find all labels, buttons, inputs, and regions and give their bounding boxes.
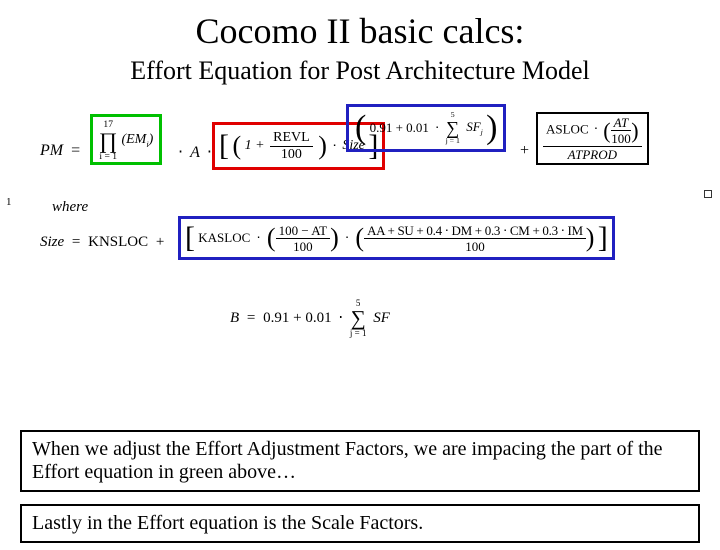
frac2-den: 100 xyxy=(364,239,586,253)
frac2-num: AA + SU + 0.4 ⋅ DM + 0.3 ⋅ CM + 0.3 ⋅ IM xyxy=(364,224,586,239)
b-eq-sign: = xyxy=(243,310,259,326)
asloc: ASLOC xyxy=(546,121,589,136)
exp-sf: SF xyxy=(466,119,480,134)
b-const: 0.91 + 0.01 xyxy=(263,310,331,326)
revl-den: 100 xyxy=(270,147,313,162)
black-asloc-box: ASLOC ⋅ ( AT 100 ) ATPROD xyxy=(536,112,649,165)
slide-subtitle: Effort Equation for Post Architecture Mo… xyxy=(0,56,720,86)
b-sum-op: ∑ xyxy=(350,308,367,329)
b-lhs: B xyxy=(230,310,239,326)
at-num: AT xyxy=(611,116,632,131)
prod-lower: i = 1 xyxy=(99,152,117,162)
dot1: ⋅ xyxy=(178,144,183,161)
dot3: ⋅ xyxy=(330,139,338,154)
green-product-box: 17 ∏ i = 1 (EMi) xyxy=(90,114,162,165)
size-eq: = xyxy=(68,234,84,250)
one-plus: 1 + xyxy=(245,138,265,153)
atprod: ATPROD xyxy=(543,147,642,161)
slide-title: Cocomo II basic calcs: xyxy=(0,10,720,52)
callout-1: When we adjust the Effort Adjustment Fac… xyxy=(20,430,700,492)
revl-num: REVL xyxy=(270,131,313,147)
edge-mark-right xyxy=(704,190,712,198)
size-plus: + xyxy=(152,234,168,250)
dot4: ⋅ xyxy=(432,120,442,135)
frac1-den: 100 xyxy=(276,239,331,253)
a-coeff: A xyxy=(187,144,203,161)
blue-size-box: [ KASLOC ⋅ ( 100 − AT 100 ) ⋅ ( AA + SU … xyxy=(178,216,615,260)
kasloc-dot1: ⋅ xyxy=(254,230,264,245)
blue-exponent-box: ( 0.91 + 0.01 ⋅ 5 ∑ j = 1 SFj ) xyxy=(346,104,506,152)
frac1-num: 100 − AT xyxy=(276,224,331,239)
em-close: ) xyxy=(149,132,154,147)
where-label: where xyxy=(52,199,88,216)
exp-sf-sub: j xyxy=(481,128,483,137)
b-dot: ⋅ xyxy=(335,310,346,326)
kasloc-dot2: ⋅ xyxy=(342,230,352,245)
formula-area: PM = 17 ∏ i = 1 (EMi) ⋅ A ⋅ [ ( 1 + REVL… xyxy=(40,104,690,384)
prod-operator: ∏ xyxy=(99,130,117,152)
exp-sum-op: ∑ xyxy=(446,119,460,137)
equals: = xyxy=(67,142,84,159)
exp-sum-lower: j = 1 xyxy=(446,137,460,145)
asloc-dot: ⋅ xyxy=(592,121,600,136)
plus-after-exp: + xyxy=(520,142,529,160)
knsloc: KNSLOC xyxy=(88,234,148,250)
em-open: (EM xyxy=(121,132,146,147)
size-lhs: Size xyxy=(40,234,64,250)
at-den: 100 xyxy=(611,131,632,145)
pm-symbol: PM xyxy=(40,142,63,159)
callout-2: Lastly in the Effort equation is the Sca… xyxy=(20,504,700,543)
exp-const: 0.91 + 0.01 xyxy=(370,120,429,135)
kasloc: KASLOC xyxy=(198,230,250,245)
b-sum-lower: j = 1 xyxy=(350,329,367,338)
b-sf: SF xyxy=(370,310,390,326)
edge-mark-left: 1 xyxy=(6,196,12,208)
